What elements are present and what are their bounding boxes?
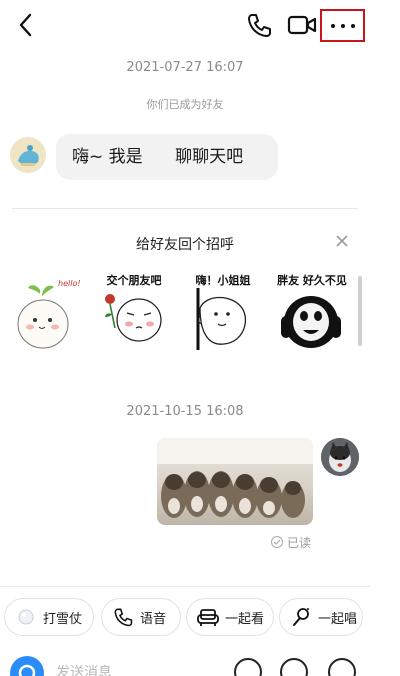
input-bar: 发送消息: [0, 654, 370, 676]
emoji-icon[interactable]: [280, 658, 308, 676]
microphone-icon: [290, 606, 312, 628]
peek-face-sticker: [196, 288, 247, 350]
system-notice: 你们已成为好友: [146, 98, 224, 111]
snowball-icon: [15, 606, 37, 628]
snowball-fight-button[interactable]: 打雪仗: [4, 598, 94, 636]
camera-button[interactable]: [10, 656, 44, 676]
read-receipt: 已读: [271, 534, 311, 550]
read-status: 已读: [287, 535, 312, 550]
separator: [0, 586, 370, 587]
action-label: 一起看: [225, 611, 265, 627]
kittens-photo: [157, 438, 313, 525]
timestamp: 2021-10-15 16:08: [126, 404, 244, 419]
phone-icon: [112, 606, 134, 628]
video-camera-icon[interactable]: [287, 14, 317, 36]
more-dots-icon: [330, 23, 335, 28]
sticker-make-friends[interactable]: 交个朋友吧: [99, 272, 169, 352]
phone-icon[interactable]: [246, 12, 272, 38]
action-label: 打雪仗: [43, 611, 83, 627]
camera-icon: [18, 664, 36, 676]
plus-icon[interactable]: [328, 658, 356, 676]
rose-face-sticker: [105, 294, 162, 342]
sticker-long-time[interactable]: 胖友 好久不见: [277, 272, 347, 352]
sticker-scroll-indicator: [358, 276, 362, 346]
voice-call-button[interactable]: 语音: [101, 598, 181, 636]
sticker-hello[interactable]: hello!: [10, 272, 81, 352]
check-circle-icon: [271, 536, 283, 548]
voice-wave-icon[interactable]: [234, 658, 262, 676]
divider: [12, 208, 358, 209]
timestamp: 2021-07-27 16:07: [126, 60, 244, 75]
action-label: 一起唱: [318, 611, 358, 627]
sing-together-button[interactable]: 一起唱: [279, 598, 363, 636]
more-options-button[interactable]: [320, 9, 365, 42]
photo-message[interactable]: [157, 438, 313, 525]
action-label: 语音: [140, 611, 167, 627]
greeting-title: 给好友回个招呼: [136, 237, 234, 253]
watch-together-button[interactable]: 一起看: [186, 598, 274, 636]
sprout-hello-sticker: hello!: [17, 279, 81, 349]
sticker-caption: hello!: [58, 279, 80, 288]
sticker-hi-sister[interactable]: 嗨！小姐姐: [188, 272, 258, 352]
avatar-image: [10, 137, 46, 173]
top-bar: [0, 0, 370, 50]
chevron-left-icon[interactable]: [14, 12, 38, 38]
sofa-icon: [197, 606, 219, 628]
my-avatar[interactable]: [321, 438, 359, 476]
panda-face-sticker: [281, 296, 341, 348]
close-icon[interactable]: [334, 233, 350, 249]
message-bubble[interactable]: 嗨~ 我是 聊聊天吧: [56, 134, 278, 180]
avatar-image: [321, 438, 359, 476]
friend-avatar[interactable]: [10, 137, 46, 173]
message-input[interactable]: 发送消息: [56, 662, 112, 676]
